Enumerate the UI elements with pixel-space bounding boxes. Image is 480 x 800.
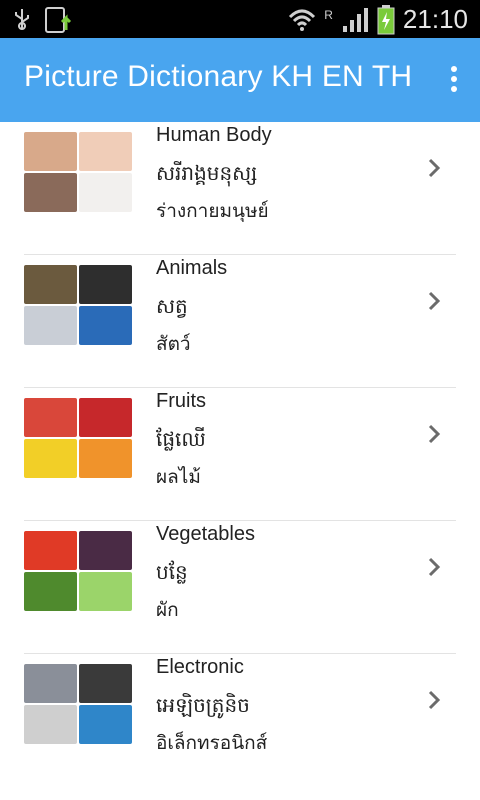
khmer-label: សត្វ — [156, 294, 188, 318]
english-label: Animals — [156, 257, 228, 279]
thumbnail-tile — [79, 173, 132, 212]
thumbnail-tile — [24, 265, 77, 304]
thumbnail-tile — [24, 306, 77, 345]
thumbnail-tile — [24, 439, 77, 478]
wifi-icon — [289, 9, 316, 31]
battery-charging-icon — [377, 4, 395, 34]
chevron-right-icon — [428, 424, 441, 444]
category-item-animals[interactable]: Animals សត្វ สัตว์ — [0, 255, 480, 388]
khmer-label: បន្លែ — [156, 560, 188, 584]
thumbnail-tile — [79, 439, 132, 478]
thai-label: ผลไม้ — [156, 466, 201, 488]
category-list: Human Body សរីរាង្គមនុស្ស ร่างกายมนุษย์ … — [0, 122, 480, 787]
signal-icon — [342, 7, 368, 32]
thumbnail-tile — [24, 132, 77, 171]
human-body-thumbnail — [24, 132, 132, 212]
thumbnail-tile — [79, 531, 132, 570]
category-item-human-body[interactable]: Human Body សរីរាង្គមនុស្ស ร่างกายมนุษย์ — [0, 122, 480, 255]
khmer-label: ផ្លែឈើ — [156, 427, 206, 451]
thumbnail-tile — [24, 173, 77, 212]
thumbnail-tile — [24, 398, 77, 437]
thumbnail-tile — [24, 531, 77, 570]
chevron-right-icon — [428, 158, 441, 178]
status-bar: R 21:10 — [0, 0, 480, 38]
thumbnail-tile — [79, 306, 132, 345]
thumbnail-tile — [79, 132, 132, 171]
thumbnail-tile — [79, 398, 132, 437]
electronics-thumbnail — [24, 664, 132, 744]
thumbnail-tile — [79, 664, 132, 703]
category-item-vegetables[interactable]: Vegetables បន្លែ ผัก — [0, 521, 480, 654]
vegetables-thumbnail — [24, 531, 132, 611]
app-bar: Picture Dictionary KH EN TH — [0, 38, 480, 122]
thumbnail-tile — [24, 572, 77, 611]
chevron-right-icon — [428, 690, 441, 710]
app-update-icon — [45, 7, 72, 33]
thai-label: ผัก — [156, 599, 179, 621]
chevron-right-icon — [428, 291, 441, 311]
thai-label: สัตว์ — [156, 333, 191, 355]
thumbnail-tile — [24, 664, 77, 703]
animals-thumbnail — [24, 265, 132, 345]
thai-label: อิเล็กทรอนิกส์ — [156, 732, 268, 754]
chevron-right-icon — [428, 557, 441, 577]
thai-label: ร่างกายมนุษย์ — [156, 200, 269, 222]
thumbnail-tile — [24, 705, 77, 744]
thumbnail-tile — [79, 265, 132, 304]
english-label: Electronic — [156, 656, 244, 678]
khmer-label: អេឡិចត្រូនិច — [156, 693, 250, 717]
app-title: Picture Dictionary KH EN TH — [24, 60, 413, 93]
english-label: Vegetables — [156, 523, 255, 545]
category-item-fruits[interactable]: Fruits ផ្លែឈើ ผลไม้ — [0, 388, 480, 521]
fruits-thumbnail — [24, 398, 132, 478]
roaming-indicator: R — [324, 7, 333, 22]
clock: 21:10 — [402, 4, 468, 34]
thumbnail-tile — [79, 572, 132, 611]
khmer-label: សរីរាង្គមនុស្ស — [156, 161, 258, 185]
usb-icon — [15, 9, 29, 30]
thumbnail-tile — [79, 705, 132, 744]
category-item-electronic[interactable]: Electronic អេឡិចត្រូនិច อิเล็กทรอนิกส์ — [0, 654, 480, 787]
english-label: Fruits — [156, 390, 206, 412]
english-label: Human Body — [156, 124, 272, 146]
overflow-menu-icon[interactable] — [444, 66, 464, 96]
